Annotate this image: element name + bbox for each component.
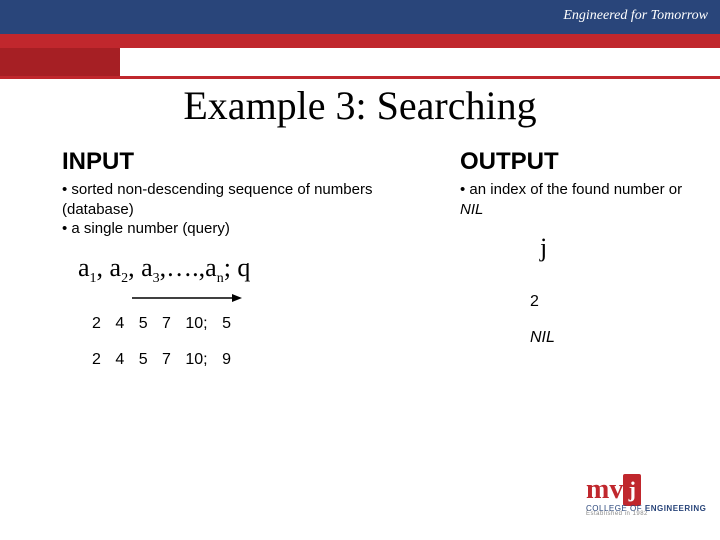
logo-letter-m: m bbox=[586, 474, 609, 506]
top-red-accent bbox=[0, 48, 120, 76]
logo-letter-j: j bbox=[623, 474, 641, 506]
output-value-1: 2 bbox=[530, 293, 700, 311]
mvj-logo: mvj COLLEGE OF ENGINEERING Established i… bbox=[586, 474, 706, 530]
top-red-line bbox=[0, 76, 720, 79]
output-bullet-prefix: • an index of the found number or bbox=[460, 181, 682, 198]
tagline: Engineered for Tomorrow bbox=[563, 8, 708, 24]
top-blue-bar: Engineered for Tomorrow bbox=[0, 0, 720, 34]
input-column: INPUT • sorted non-descending sequence o… bbox=[62, 148, 412, 369]
seq-a1: a bbox=[78, 253, 90, 282]
seq-an: a bbox=[205, 253, 217, 282]
input-description: • sorted non-descending sequence of numb… bbox=[62, 180, 412, 239]
example-row-1: 2 4 5 7 10; 5 bbox=[92, 315, 412, 333]
logo-letter-v: v bbox=[609, 474, 623, 506]
sequence-notation: a1, a2, a3,….,an; q bbox=[78, 253, 412, 287]
seq-a2: a bbox=[110, 253, 122, 282]
output-j: j bbox=[540, 233, 700, 263]
arrow-icon bbox=[132, 291, 412, 305]
input-bullet-1: • sorted non-descending sequence of numb… bbox=[62, 181, 372, 218]
seq-dots: ,…., bbox=[160, 253, 206, 282]
seq-a3: a bbox=[141, 253, 153, 282]
seq-q: ; q bbox=[224, 253, 251, 282]
input-heading: INPUT bbox=[62, 148, 412, 176]
example-row-2: 2 4 5 7 10; 9 bbox=[92, 351, 412, 369]
output-bullet-nil: NIL bbox=[460, 201, 483, 218]
output-heading: OUTPUT bbox=[460, 148, 700, 176]
input-bullet-2: • a single number (query) bbox=[62, 220, 230, 237]
output-value-2: NIL bbox=[530, 329, 700, 347]
slide-title: Example 3: Searching bbox=[0, 82, 720, 129]
output-description: • an index of the found number or NIL bbox=[460, 180, 700, 219]
top-red-bar bbox=[0, 34, 720, 48]
output-column: OUTPUT • an index of the found number or… bbox=[460, 148, 700, 347]
